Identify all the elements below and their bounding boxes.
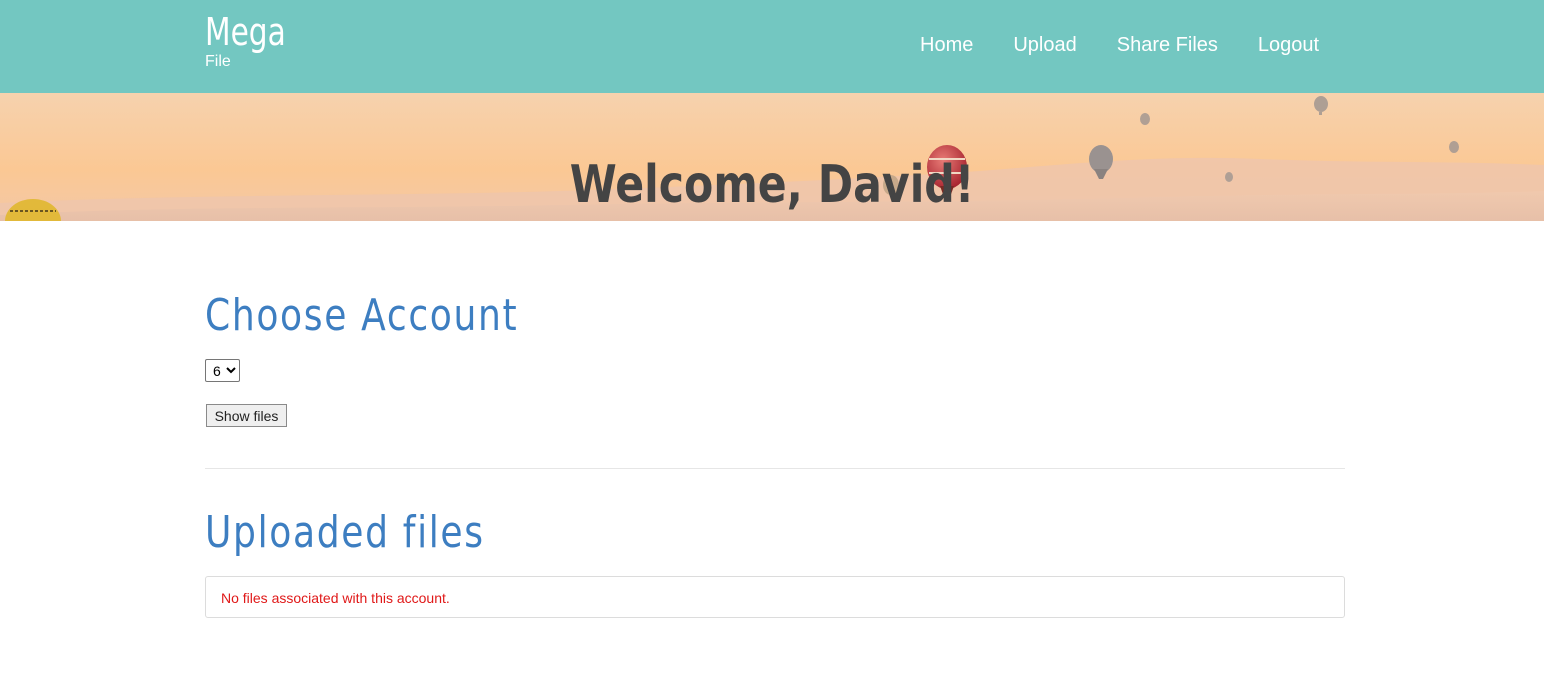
empty-files-message: No files associated with this account. — [221, 590, 450, 606]
nav-link-upload[interactable]: Upload — [1013, 31, 1076, 59]
welcome-heading: Welcome, David! — [569, 154, 975, 215]
hero-banner: Welcome, David! — [0, 93, 1544, 221]
nav-link-home[interactable]: Home — [920, 31, 973, 59]
empty-files-notice: No files associated with this account. — [205, 576, 1345, 618]
brand-logo-link[interactable]: Mega File — [205, 4, 309, 70]
nav-link-logout[interactable]: Logout — [1258, 31, 1319, 59]
main-nav: Home Upload Share Files Logout — [920, 31, 1359, 59]
brand-title: Mega — [205, 10, 286, 54]
section-divider — [205, 468, 1345, 469]
uploaded-files-heading: Uploaded files — [205, 507, 485, 558]
show-files-button[interactable]: Show files — [206, 404, 287, 427]
account-select[interactable]: 6 — [205, 359, 240, 382]
top-navbar: Mega File Home Upload Share Files Logout — [0, 0, 1544, 93]
nav-link-share-files[interactable]: Share Files — [1117, 31, 1218, 59]
choose-account-heading: Choose Account — [205, 290, 519, 341]
